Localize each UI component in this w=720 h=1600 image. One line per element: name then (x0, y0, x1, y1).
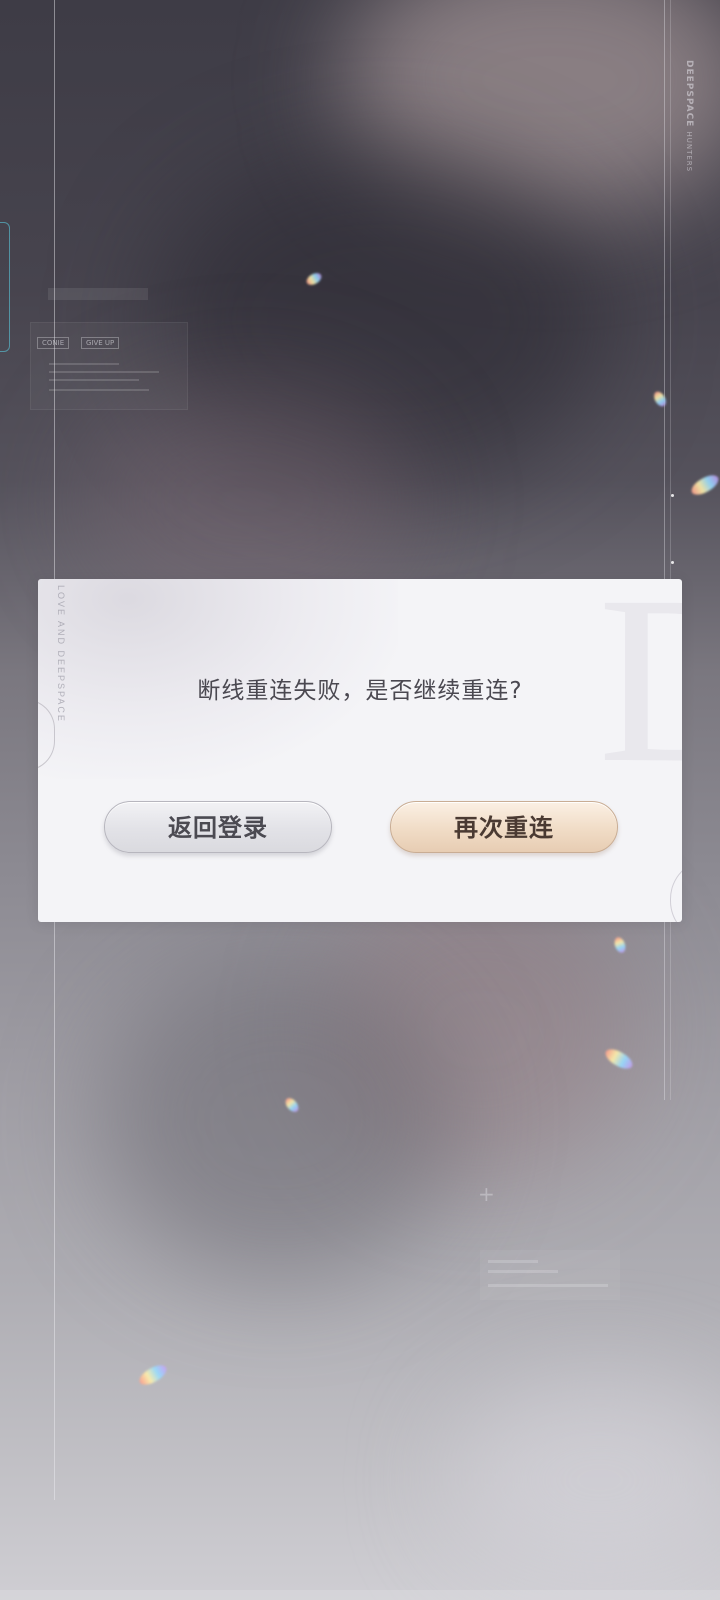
brand-subtext: HUNTERS (685, 131, 693, 173)
frame-line-right-inner (670, 0, 671, 1100)
panel-line (49, 371, 159, 373)
game-screen: DEEPSPACE HUNTERS CONIE GIVE UP + D LOVE… (0, 0, 720, 1600)
association-card (480, 1250, 620, 1300)
light-dot (671, 561, 674, 564)
sparkle-icon (136, 1361, 170, 1389)
plus-icon: + (478, 1182, 495, 1206)
reconnect-dialog: D LOVE AND DEEPSPACE 断线重连失败，是否继续重连? 返回登录… (38, 579, 682, 922)
brand-text: DEEPSPACE (684, 60, 694, 128)
dialog-message: 断线重连失败，是否继续重连? (197, 678, 523, 704)
frame-line-right (664, 0, 665, 1100)
panel-line (49, 389, 149, 391)
light-dot (671, 494, 674, 497)
bottom-edge-glow (0, 1590, 720, 1600)
side-tab-handle (0, 222, 10, 352)
background-blur-bright (450, 1380, 720, 1580)
back-to-login-button[interactable]: 返回登录 (104, 801, 332, 853)
background-blur-gray (100, 960, 460, 1280)
association-line (488, 1270, 558, 1273)
panel-line (49, 363, 119, 365)
sparkle-icon (688, 471, 720, 499)
sparkle-icon (651, 389, 669, 409)
association-line (488, 1260, 538, 1263)
background-info-panel: CONIE GIVE UP (30, 322, 188, 410)
association-line (488, 1284, 608, 1287)
dialog-right-arc (670, 859, 682, 922)
background-caption (48, 288, 148, 300)
brand-vertical-text: DEEPSPACE HUNTERS (684, 60, 694, 172)
reconnect-button[interactable]: 再次重连 (390, 801, 618, 853)
panel-line (49, 379, 139, 381)
panel-tag-confirm: CONIE (37, 337, 70, 349)
panel-tag-give-up: GIVE UP (81, 337, 120, 349)
